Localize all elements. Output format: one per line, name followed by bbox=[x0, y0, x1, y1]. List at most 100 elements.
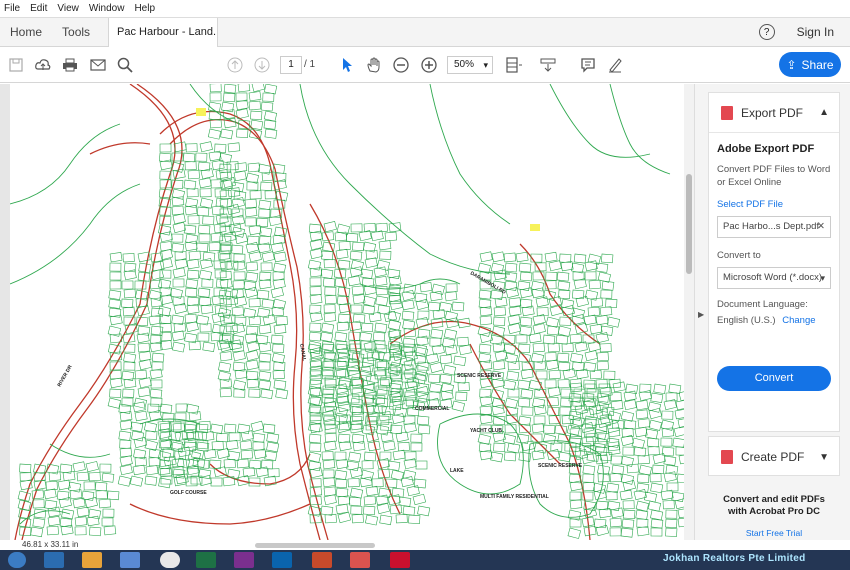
parcel-lot bbox=[72, 461, 86, 473]
acrobat-icon[interactable] bbox=[390, 552, 410, 568]
pen-icon[interactable] bbox=[605, 55, 625, 75]
remove-file-icon[interactable]: ✕ bbox=[817, 217, 825, 237]
parcel-lot bbox=[335, 503, 349, 515]
help-icon[interactable]: ? bbox=[758, 24, 775, 40]
parcel-lot bbox=[337, 511, 352, 524]
start-icon[interactable] bbox=[8, 552, 26, 568]
powerpoint-icon[interactable] bbox=[312, 552, 332, 568]
parcel-lot bbox=[98, 498, 112, 509]
parcel-lot bbox=[211, 294, 225, 306]
onenote-icon[interactable] bbox=[234, 552, 254, 568]
parcel-lot bbox=[443, 328, 458, 340]
parcel-lot bbox=[118, 430, 132, 441]
tab-home[interactable]: Home bbox=[0, 25, 52, 39]
select-cursor-icon[interactable] bbox=[338, 55, 358, 75]
parcel-lot bbox=[84, 496, 98, 509]
promo-text: Convert and edit PDFs with Acrobat Pro D… bbox=[723, 494, 825, 517]
chevron-up-icon[interactable]: ▲ bbox=[819, 107, 829, 118]
upload-icon[interactable] bbox=[33, 55, 53, 75]
parcel-lot bbox=[94, 481, 108, 492]
parcel-lot bbox=[209, 84, 222, 93]
parcel-lot bbox=[323, 312, 337, 323]
zoom-out-icon[interactable] bbox=[391, 55, 411, 75]
app-icon[interactable] bbox=[120, 552, 140, 568]
outlook-icon[interactable] bbox=[272, 552, 292, 568]
page-number-input[interactable]: 1 bbox=[280, 56, 302, 74]
create-pdf-panel[interactable]: Create PDF ▼ bbox=[708, 436, 840, 476]
zoom-in-icon[interactable] bbox=[419, 55, 439, 75]
share-button[interactable]: ⇪ Share bbox=[779, 52, 841, 77]
menu-file[interactable]: File bbox=[4, 3, 20, 14]
parcel-lot bbox=[595, 314, 609, 326]
parcel-lot bbox=[584, 271, 597, 281]
parcel-lot bbox=[74, 526, 87, 536]
doc-language-row: English (U.S.) Change bbox=[717, 315, 831, 326]
parcel-lot bbox=[547, 342, 560, 353]
ie-icon[interactable] bbox=[44, 552, 64, 568]
parcel-lot bbox=[215, 169, 229, 180]
parcel-lot bbox=[72, 497, 86, 509]
vertical-scrollbar[interactable] bbox=[684, 84, 694, 540]
parcel-lot bbox=[224, 423, 237, 434]
select-pdf-link[interactable]: Select PDF File bbox=[717, 199, 831, 210]
zoom-select[interactable]: 50% bbox=[447, 56, 493, 74]
search-icon[interactable] bbox=[115, 55, 135, 75]
print-icon[interactable] bbox=[60, 55, 80, 75]
prev-page-icon[interactable] bbox=[225, 55, 245, 75]
tab-document[interactable]: Pac Harbour - Land... ✕ bbox=[108, 17, 219, 47]
hand-tool-icon[interactable] bbox=[364, 55, 384, 75]
convert-format-select[interactable]: Microsoft Word (*.docx) ▾ bbox=[717, 267, 831, 289]
parcel-lot bbox=[321, 322, 335, 334]
parcel-lot bbox=[413, 354, 427, 365]
convert-button[interactable]: Convert bbox=[717, 366, 831, 391]
parcel-lot bbox=[219, 378, 233, 389]
fit-page-icon[interactable] bbox=[504, 55, 524, 75]
sign-in-button[interactable]: Sign In bbox=[797, 25, 834, 39]
parcel-lot bbox=[211, 441, 224, 451]
parcel-lot bbox=[109, 314, 123, 326]
parcel-lot bbox=[611, 464, 625, 475]
parcel-lot bbox=[415, 460, 428, 470]
menu-edit[interactable]: Edit bbox=[30, 3, 47, 14]
parcel-lot bbox=[99, 463, 112, 473]
document-view[interactable]: GOLF COURSE COMMERCIAL SCENIC RESERVE YA… bbox=[0, 84, 694, 540]
parcel-lot bbox=[174, 430, 188, 442]
start-trial-link[interactable]: Start Free Trial bbox=[714, 528, 834, 538]
parcel-lot bbox=[182, 152, 196, 163]
scroll-thumb[interactable] bbox=[686, 174, 692, 274]
parcel-lot bbox=[171, 242, 185, 253]
horizontal-scrollbar[interactable] bbox=[100, 540, 684, 550]
map-label: LAKE bbox=[450, 468, 464, 474]
parcel-lot bbox=[548, 415, 561, 425]
tab-tools[interactable]: Tools bbox=[52, 25, 100, 39]
parcel-lot bbox=[365, 485, 379, 497]
email-icon[interactable] bbox=[88, 55, 108, 75]
parcel-lot bbox=[605, 491, 618, 501]
scroll-thumb[interactable] bbox=[255, 543, 375, 548]
next-page-icon[interactable] bbox=[252, 55, 272, 75]
parcel-lot bbox=[478, 442, 492, 453]
comment-icon[interactable] bbox=[578, 55, 598, 75]
export-pdf-header[interactable]: Export PDF ▲ bbox=[709, 93, 839, 133]
parcel-lot bbox=[309, 294, 323, 305]
chevron-down-icon[interactable]: ▼ bbox=[819, 452, 829, 463]
menu-view[interactable]: View bbox=[57, 3, 79, 14]
parcel-lot bbox=[431, 283, 446, 295]
explorer-icon[interactable] bbox=[82, 552, 102, 568]
parcel-lot bbox=[85, 461, 99, 473]
parcel-lot bbox=[647, 500, 662, 512]
parcel-lot bbox=[359, 331, 373, 343]
excel-icon[interactable] bbox=[196, 552, 216, 568]
parcel-lot bbox=[309, 286, 322, 296]
change-language-link[interactable]: Change bbox=[782, 315, 815, 326]
chrome-icon[interactable] bbox=[160, 552, 180, 568]
scroll-mode-icon[interactable] bbox=[538, 55, 558, 75]
menu-window[interactable]: Window bbox=[89, 3, 125, 14]
save-icon[interactable] bbox=[6, 55, 26, 75]
menu-help[interactable]: Help bbox=[134, 3, 155, 14]
doc-language-value: English (U.S.) bbox=[717, 315, 776, 326]
photos-icon[interactable] bbox=[350, 552, 370, 568]
create-pdf-header[interactable]: Create PDF ▼ bbox=[709, 437, 839, 477]
parcel-lot bbox=[258, 379, 272, 391]
right-collapse-handle[interactable]: ▶ bbox=[694, 84, 706, 540]
